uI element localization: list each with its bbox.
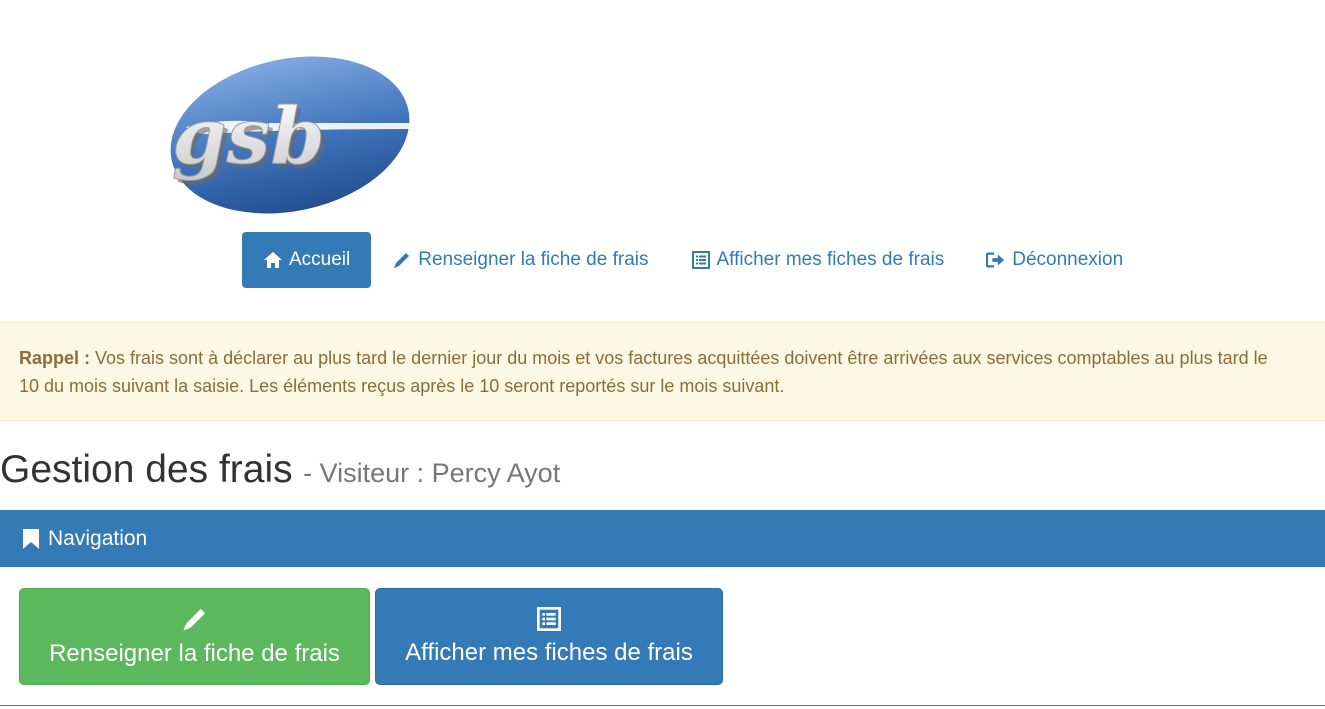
nav-renseigner-label: Renseigner la fiche de frais [418, 249, 649, 270]
renseigner-fiche-button-label: Renseigner la fiche de frais [49, 639, 340, 667]
navigation-panel-header: Navigation [0, 510, 1325, 567]
svg-text:gsb: gsb [172, 91, 325, 182]
visitor-subtitle: - Visiteur : Percy Ayot [303, 458, 561, 488]
alert-text: Vos frais sont à déclarer au plus tard l… [19, 348, 1268, 396]
list-icon [537, 606, 561, 631]
alert-label: Rappel : [19, 348, 91, 368]
nav-deconnexion-label: Déconnexion [1012, 249, 1124, 270]
nav-afficher-fiches[interactable]: Afficher mes fiches de frais [670, 232, 966, 288]
pencil-icon [182, 606, 208, 632]
nav-accueil[interactable]: Accueil [242, 232, 372, 288]
nav-afficher-label: Afficher mes fiches de frais [716, 249, 945, 270]
gsb-logo: gsb gsb [166, 55, 422, 215]
afficher-fiches-button-label: Afficher mes fiches de frais [405, 638, 693, 666]
afficher-fiches-button[interactable]: Afficher mes fiches de frais [375, 588, 723, 685]
home-icon [263, 250, 283, 270]
renseigner-fiche-button[interactable]: Renseigner la fiche de frais [19, 588, 370, 685]
page-heading: Gestion des frais - Visiteur : Percy Ayo… [0, 448, 560, 492]
page: gsb gsb Accueil Renseigner la fiche de f… [0, 0, 1325, 709]
pencil-icon [392, 250, 412, 270]
list-icon [691, 250, 711, 270]
page-title: Gestion des frais [0, 448, 293, 491]
nav-renseigner-fiche[interactable]: Renseigner la fiche de frais [371, 232, 669, 288]
logout-icon [986, 250, 1006, 270]
panel-border [0, 705, 1325, 706]
panel-title: Navigation [48, 526, 148, 550]
reminder-alert: Rappel : Vos frais sont à déclarer au pl… [0, 322, 1325, 421]
nav-deconnexion[interactable]: Déconnexion [965, 232, 1144, 288]
bookmark-icon [22, 528, 40, 550]
nav-accueil-label: Accueil [289, 249, 351, 270]
top-navigation: Accueil Renseigner la fiche de frais Aff… [242, 232, 1144, 288]
